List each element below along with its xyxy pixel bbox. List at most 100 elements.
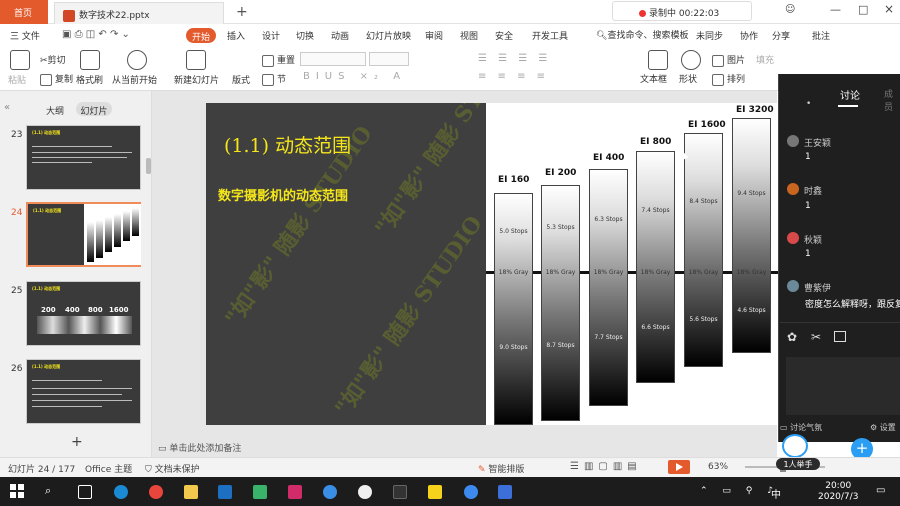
edge-icon[interactable] bbox=[114, 485, 128, 499]
sync-status[interactable]: 未同步 bbox=[696, 29, 723, 42]
minimize-button[interactable]: — bbox=[830, 3, 841, 16]
paste-icon[interactable] bbox=[10, 50, 30, 70]
format-painter-button[interactable]: 格式刷 bbox=[76, 73, 103, 86]
tab-start[interactable]: 开始 bbox=[186, 28, 216, 43]
emoji-icon[interactable]: ✿ bbox=[787, 330, 797, 344]
thumbnail-scrollbar[interactable] bbox=[146, 158, 151, 174]
shape-button[interactable]: 形状 bbox=[679, 72, 697, 85]
recording-bar[interactable]: 录制中 00:22:03 bbox=[612, 1, 752, 21]
comment-button[interactable]: 批注 bbox=[812, 29, 830, 42]
tab-slideshow[interactable]: 幻灯片放映 bbox=[366, 29, 411, 42]
clock[interactable]: 20:00 2020/7/3 bbox=[818, 481, 858, 503]
slide-title[interactable]: (1.1) 动态范围 bbox=[224, 131, 351, 158]
file-menu[interactable]: 三 文件 bbox=[10, 29, 40, 42]
shape-icon[interactable] bbox=[681, 50, 701, 70]
tab-view[interactable]: 视图 bbox=[460, 29, 478, 42]
ime-indicator[interactable]: 中 bbox=[771, 486, 781, 501]
tab-transition[interactable]: 切换 bbox=[296, 29, 314, 42]
slide-thumbnail-24[interactable]: (1.1) 动态范围 bbox=[26, 202, 141, 267]
settings-button[interactable]: ⚙ 设置 bbox=[870, 422, 896, 433]
app-icon[interactable] bbox=[358, 485, 372, 499]
align-buttons[interactable]: ≡ ≡ ≡ ≡ bbox=[478, 71, 549, 82]
new-slide-button[interactable]: 新建幻灯片 bbox=[174, 73, 219, 86]
home-tab[interactable]: 首页 bbox=[0, 0, 48, 24]
smart-layout-button[interactable]: ✎ 智能排版 bbox=[478, 462, 524, 475]
notification-icon[interactable]: ▭ bbox=[876, 485, 885, 496]
sticky-notes-icon[interactable] bbox=[428, 485, 442, 499]
explorer-icon[interactable] bbox=[184, 485, 198, 499]
new-slide-icon[interactable] bbox=[186, 50, 206, 70]
picture-button[interactable]: 图片 bbox=[712, 53, 745, 67]
maximize-button[interactable]: □ bbox=[858, 3, 868, 16]
theme-name[interactable]: Office 主题 bbox=[85, 462, 132, 475]
discussion-atmosphere[interactable]: ▭ 讨论气氛 bbox=[780, 422, 822, 433]
collab-button[interactable]: 协作 bbox=[740, 29, 758, 42]
copy-button[interactable]: 复制 bbox=[40, 72, 73, 86]
play-slideshow-button[interactable] bbox=[668, 460, 690, 474]
document-tab[interactable]: 数字技术22.pptx bbox=[54, 2, 224, 24]
tray-icons[interactable]: ⌃ ▭ ⚲ ♪ bbox=[700, 486, 779, 496]
notes-placeholder[interactable]: ▭ 单击此处添加备注 bbox=[158, 441, 241, 454]
chrome-icon[interactable] bbox=[149, 485, 163, 499]
app-icon[interactable] bbox=[464, 485, 478, 499]
quick-access-icons[interactable]: ▣ ⎙ ◫ ↶ ↷ ⌄ bbox=[62, 29, 130, 40]
play-from-current-icon[interactable] bbox=[127, 50, 147, 70]
slide-24[interactable]: "如"影" 随影 STUDIO "如"影" 随影 STUDIO "如"影" 随影… bbox=[206, 103, 778, 425]
format-painter-icon[interactable] bbox=[80, 50, 100, 70]
scissors-icon[interactable]: ✂ bbox=[811, 330, 821, 344]
share-button[interactable]: 分享 bbox=[772, 29, 790, 42]
collapse-pane-icon[interactable]: « bbox=[4, 102, 10, 113]
dynamic-range-diagram[interactable]: EI 160 5.0 Stops 18% Gray 9.0 Stops EI 200 5.… bbox=[486, 103, 778, 425]
font-size-select[interactable] bbox=[369, 52, 409, 66]
section-button[interactable]: 节 bbox=[262, 72, 286, 86]
app-icon[interactable] bbox=[253, 485, 267, 499]
fill-button[interactable]: 填充 bbox=[756, 53, 774, 66]
search-command[interactable]: 🔍︎查找命令、搜索模板 bbox=[596, 28, 688, 41]
paragraph-buttons[interactable]: ☰ ☰ ☰ ☰ bbox=[478, 53, 551, 64]
tab-discussion[interactable]: 讨论 bbox=[840, 87, 860, 102]
slide-subtitle[interactable]: 数字摄影机的动态范围 bbox=[218, 185, 348, 204]
zoom-level[interactable]: 63% bbox=[708, 462, 728, 472]
tab-animation[interactable]: 动画 bbox=[331, 29, 349, 42]
textbox-button[interactable]: 文本框 bbox=[640, 72, 667, 85]
slide-thumbnail-26[interactable]: (1.1) 动态范围 bbox=[26, 359, 141, 424]
slide-thumbnail-23[interactable]: (1.1) 动态范围 bbox=[26, 125, 141, 190]
tab-design[interactable]: 设计 bbox=[262, 29, 280, 42]
app-icon[interactable] bbox=[393, 485, 407, 499]
add-slide-button[interactable]: + bbox=[71, 434, 83, 450]
user-icon[interactable]: ☺ bbox=[785, 4, 795, 15]
tab-developer[interactable]: 开发工具 bbox=[532, 29, 568, 42]
image-icon[interactable] bbox=[834, 331, 846, 342]
reset-button[interactable]: 重置 bbox=[262, 53, 295, 67]
search-icon[interactable]: ⌕ bbox=[45, 484, 51, 498]
paste-button[interactable]: 粘贴 bbox=[8, 73, 26, 86]
app-icon[interactable] bbox=[288, 485, 302, 499]
add-tab-button[interactable]: + bbox=[236, 4, 248, 20]
app-icon[interactable] bbox=[323, 485, 337, 499]
hand-icon[interactable] bbox=[782, 434, 808, 458]
textbox-icon[interactable] bbox=[648, 50, 668, 70]
task-view-icon[interactable] bbox=[78, 485, 92, 499]
ppt-file-icon bbox=[63, 9, 75, 22]
close-button[interactable]: × bbox=[884, 2, 894, 16]
windows-start-icon[interactable] bbox=[10, 484, 24, 498]
tab-review[interactable]: 审阅 bbox=[425, 29, 443, 42]
from-current-button[interactable]: 从当前开始 bbox=[112, 73, 157, 86]
layout-button[interactable]: 版式 bbox=[232, 73, 250, 86]
store-icon[interactable] bbox=[218, 485, 232, 499]
tab-insert[interactable]: 插入 bbox=[227, 29, 245, 42]
raise-hand-badge[interactable]: 1人举手 bbox=[776, 458, 820, 470]
font-name-select[interactable] bbox=[300, 52, 366, 66]
protection-status[interactable]: ⛉ 文档未保护 bbox=[145, 462, 200, 475]
slides-view-tab[interactable]: 幻灯片 bbox=[76, 102, 112, 117]
outline-view-tab[interactable]: 大纲 bbox=[46, 104, 64, 117]
tab-security[interactable]: 安全 bbox=[495, 29, 513, 42]
slide-thumbnail-25[interactable]: (1.1) 动态范围 200 400 800 1600 bbox=[26, 281, 141, 346]
chat-input[interactable] bbox=[786, 357, 900, 415]
arrange-button[interactable]: 排列 bbox=[712, 72, 745, 86]
tab-members[interactable]: 成员 bbox=[884, 87, 900, 113]
cut-button[interactable]: ✂剪切 bbox=[40, 53, 66, 66]
wps-icon[interactable] bbox=[498, 485, 512, 499]
font-style-buttons[interactable]: BIUS ×₂ A bbox=[303, 71, 406, 82]
view-mode-buttons[interactable]: ☰▥▢▥▤ bbox=[570, 461, 642, 472]
